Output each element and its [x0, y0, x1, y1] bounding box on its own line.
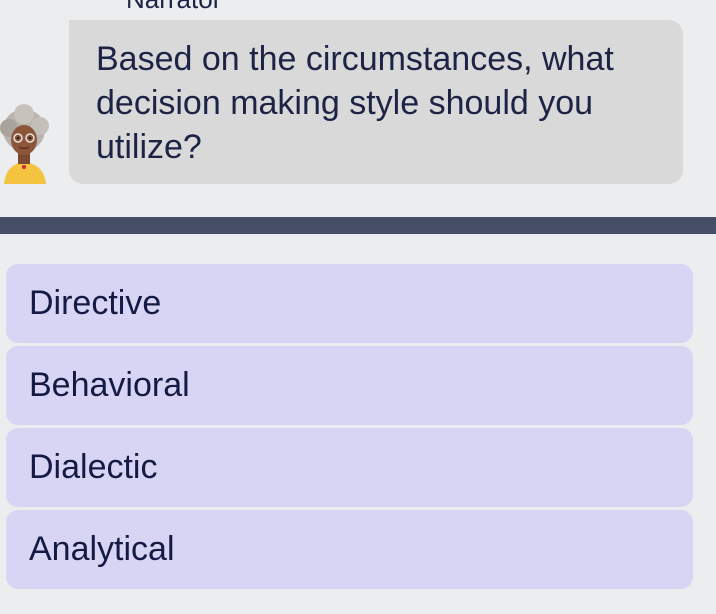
choice-label: Dialectic	[29, 448, 158, 486]
choice-behavioral-button[interactable]: Behavioral	[6, 346, 693, 425]
speaker-name: Narrator	[126, 0, 221, 12]
answer-choices: Directive Behavioral Dialectic Analytica…	[6, 264, 693, 592]
narrator-avatar-icon	[0, 104, 52, 184]
choice-analytical-button[interactable]: Analytical	[6, 510, 693, 589]
divider-bar	[0, 217, 716, 234]
choice-label: Behavioral	[29, 366, 190, 404]
choice-dialectic-button[interactable]: Dialectic	[6, 428, 693, 507]
choice-directive-button[interactable]: Directive	[6, 264, 693, 343]
choice-label: Directive	[29, 284, 162, 322]
speech-bubble: Based on the circumstances, what decisio…	[69, 20, 683, 184]
choice-label: Analytical	[29, 530, 175, 568]
prompt-text: Based on the circumstances, what decisio…	[96, 40, 614, 166]
dialogue-screen: Narrator Based on the circumstances	[0, 0, 716, 614]
